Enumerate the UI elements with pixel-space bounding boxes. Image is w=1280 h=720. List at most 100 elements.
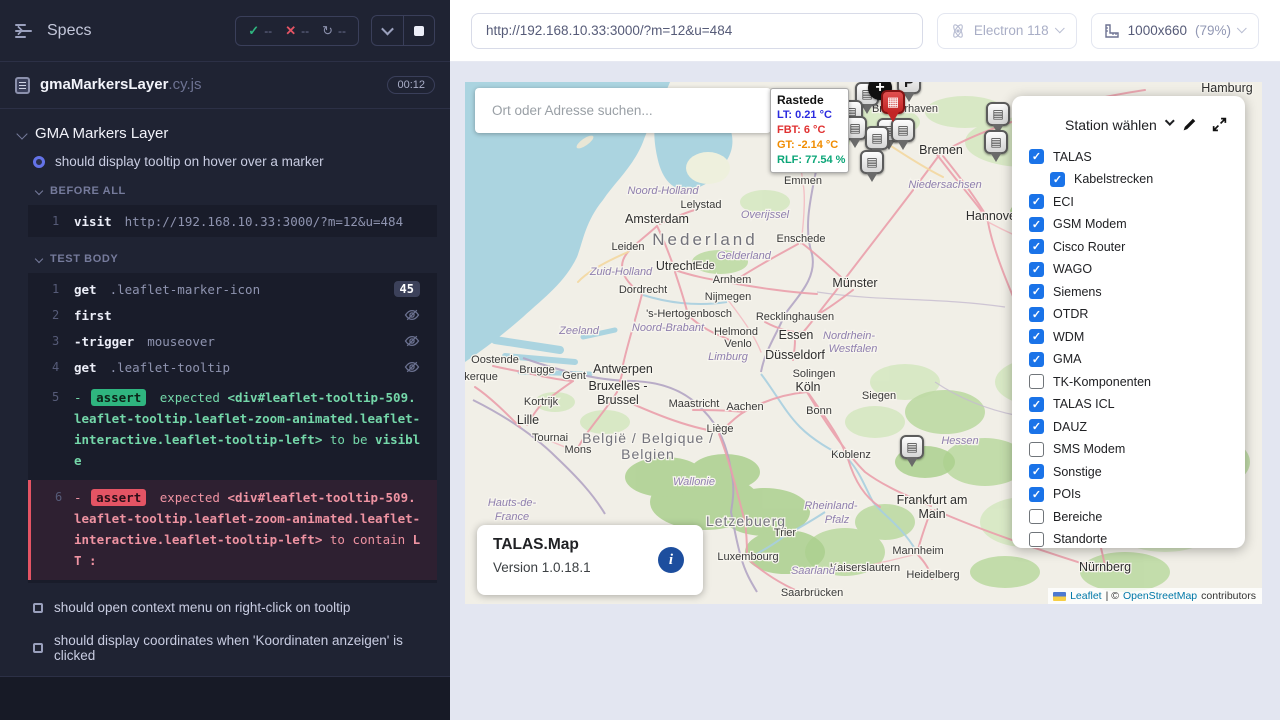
expand-icon[interactable]	[1211, 116, 1228, 133]
checkbox-checked[interactable]: ✓	[1029, 239, 1044, 254]
station-list-item[interactable]: SMS Modem	[1029, 442, 1228, 457]
search-input[interactable]	[477, 103, 769, 118]
map-label: Saarland	[791, 565, 836, 577]
map-label: Brugge	[519, 364, 554, 376]
map-label: Hessen	[941, 435, 978, 447]
map-label: Siegen	[862, 390, 896, 402]
viewport-selector[interactable]: 1000x660 (79%)	[1091, 13, 1259, 49]
collapse-all-button[interactable]	[372, 16, 403, 45]
command-indicator	[404, 307, 429, 323]
checkbox-checked[interactable]: ✓	[1050, 172, 1065, 187]
checkbox-unchecked[interactable]	[1029, 509, 1044, 524]
marker-tail	[990, 152, 1002, 162]
checkbox-checked[interactable]: ✓	[1029, 329, 1044, 344]
map-marker-station[interactable]: ▤	[891, 118, 915, 150]
station-list-item[interactable]: ✓ Siemens	[1029, 284, 1228, 299]
map-label: Helmond	[714, 326, 758, 338]
checkbox-checked[interactable]: ✓	[1029, 262, 1044, 277]
map-label: Brussel	[597, 393, 639, 407]
map-label: Zuid-Holland	[589, 266, 653, 278]
browser-selector[interactable]: Electron 118	[937, 13, 1077, 49]
station-list-item[interactable]: ✓TALAS ICL	[1029, 397, 1228, 412]
stop-button[interactable]	[403, 16, 434, 45]
edit-pencil-icon[interactable]	[1181, 116, 1198, 133]
info-icon[interactable]: i	[658, 547, 684, 573]
command-args: .leaflet-marker-icon	[110, 282, 261, 297]
command-row[interactable]: 1get.leaflet-marker-icon45	[28, 276, 437, 302]
checkbox-checked[interactable]: ✓	[1029, 419, 1044, 434]
map-label: Dunkerque	[465, 371, 498, 383]
checkbox-checked[interactable]: ✓	[1029, 487, 1044, 502]
station-list-item[interactable]: ✓ ECI	[1029, 194, 1228, 209]
chevron-down-icon[interactable]	[1165, 116, 1175, 126]
map-label: Gent	[562, 370, 586, 382]
station-list-item[interactable]: ✓ POIs	[1029, 487, 1228, 502]
map-marker-station[interactable]: ▤	[984, 130, 1008, 162]
command-row[interactable]: 4get.leaflet-tooltip	[28, 354, 437, 380]
map-marker-station[interactable]: ▤	[860, 150, 884, 182]
station-label: TK-Komponenten	[1053, 375, 1151, 389]
station-list-item[interactable]: ✓OTDR	[1029, 307, 1228, 322]
active-test-row[interactable]: should display tooltip on hover over a m…	[0, 150, 450, 177]
map-search-box	[475, 88, 771, 133]
map-label: Limburg	[708, 351, 749, 363]
station-list-item[interactable]: ✓ Cisco Router	[1029, 239, 1228, 254]
spec-file-row[interactable]: gmaMarkersLayer.cy.js 00:12	[0, 62, 450, 109]
map-label: Tournai	[532, 432, 568, 444]
station-list-item[interactable]: ✓WDM	[1029, 329, 1228, 344]
checkbox-checked[interactable]: ✓	[1029, 397, 1044, 412]
pending-test-row[interactable]: should display coordinates when 'Koordin…	[0, 624, 450, 672]
checkbox-checked[interactable]: ✓	[1029, 217, 1044, 232]
station-list-item[interactable]: ✓WAGO	[1029, 262, 1228, 277]
checkbox-unchecked[interactable]	[1029, 374, 1044, 389]
specs-menu-icon[interactable]	[15, 23, 35, 39]
pending-square-icon	[33, 603, 43, 613]
checkbox-checked[interactable]: ✓	[1029, 284, 1044, 299]
map-label: Noord-Holland	[628, 185, 700, 197]
checkbox-checked[interactable]: ✓	[1029, 307, 1044, 322]
map-label: Overijssel	[741, 209, 790, 221]
assert-row-passed[interactable]: 5- assert expected <div#leaflet-tooltip-…	[28, 380, 437, 480]
command-row[interactable]: 1visithttp://192.168.10.33:3000/?m=12&u=…	[28, 208, 437, 234]
checkbox-checked[interactable]: ✓	[1029, 352, 1044, 367]
station-label: Cisco Router	[1053, 240, 1125, 254]
station-list-item[interactable]: Standorte	[1029, 532, 1228, 547]
pending-test-row[interactable]: should open context menu on right-click …	[0, 591, 450, 624]
leaflet-link[interactable]: Leaflet	[1070, 590, 1102, 602]
map-marker-station[interactable]: ▤	[900, 435, 924, 467]
checkbox-unchecked[interactable]	[1029, 442, 1044, 457]
command-row[interactable]: 3-triggermouseover	[28, 328, 437, 354]
command-args: http://192.168.10.33:3000/?m=12&u=484	[125, 214, 403, 229]
station-label: GSM Modem	[1053, 217, 1127, 231]
eye-slash-icon	[404, 359, 420, 375]
station-label: Siemens	[1053, 285, 1102, 299]
map-label: Leiden	[611, 241, 644, 253]
station-list-item[interactable]: ✓Sonstige	[1029, 464, 1228, 479]
checkbox-unchecked[interactable]	[1029, 532, 1044, 547]
station-list-item[interactable]: Bereiche	[1029, 509, 1228, 524]
osm-link[interactable]: OpenStreetMap	[1123, 590, 1197, 602]
checkbox-checked[interactable]: ✓	[1029, 194, 1044, 209]
station-label: ECI	[1053, 195, 1074, 209]
station-list-item[interactable]: ✓TALAS	[1029, 149, 1228, 164]
station-list-item[interactable]: ✓GMA	[1029, 352, 1228, 367]
station-panel-title[interactable]: Station wählen	[1065, 117, 1157, 133]
station-list-item[interactable]: ✓Kabelstrecken	[1050, 172, 1228, 187]
url-input[interactable]	[471, 13, 923, 49]
map-label: Recklinghausen	[756, 311, 834, 323]
map-viewport[interactable]: HamburgBremerhavenBremenNiedersachsenEmm…	[465, 82, 1262, 604]
station-label: POIs	[1053, 487, 1081, 501]
checkbox-checked[interactable]: ✓	[1029, 149, 1044, 164]
suite-row[interactable]: GMA Markers Layer	[0, 117, 450, 150]
station-list-item[interactable]: ✓DAUZ	[1029, 419, 1228, 434]
before-all-section[interactable]: BEFORE ALL	[0, 177, 450, 204]
map-marker-red[interactable]: ▦	[881, 90, 905, 122]
station-list-item[interactable]: TK-Komponenten	[1029, 374, 1228, 389]
command-row[interactable]: 2first	[28, 302, 437, 328]
station-list-item[interactable]: ✓ GSM Modem	[1029, 217, 1228, 232]
test-body-section[interactable]: TEST BODY	[0, 245, 450, 272]
map-label: Niedersachsen	[908, 179, 981, 191]
tooltip-measurement: GT: -2.14 °C	[777, 138, 842, 153]
checkbox-checked[interactable]: ✓	[1029, 464, 1044, 479]
assert-row-failed[interactable]: 6- assert expected <div#leaflet-tooltip-…	[28, 480, 437, 580]
